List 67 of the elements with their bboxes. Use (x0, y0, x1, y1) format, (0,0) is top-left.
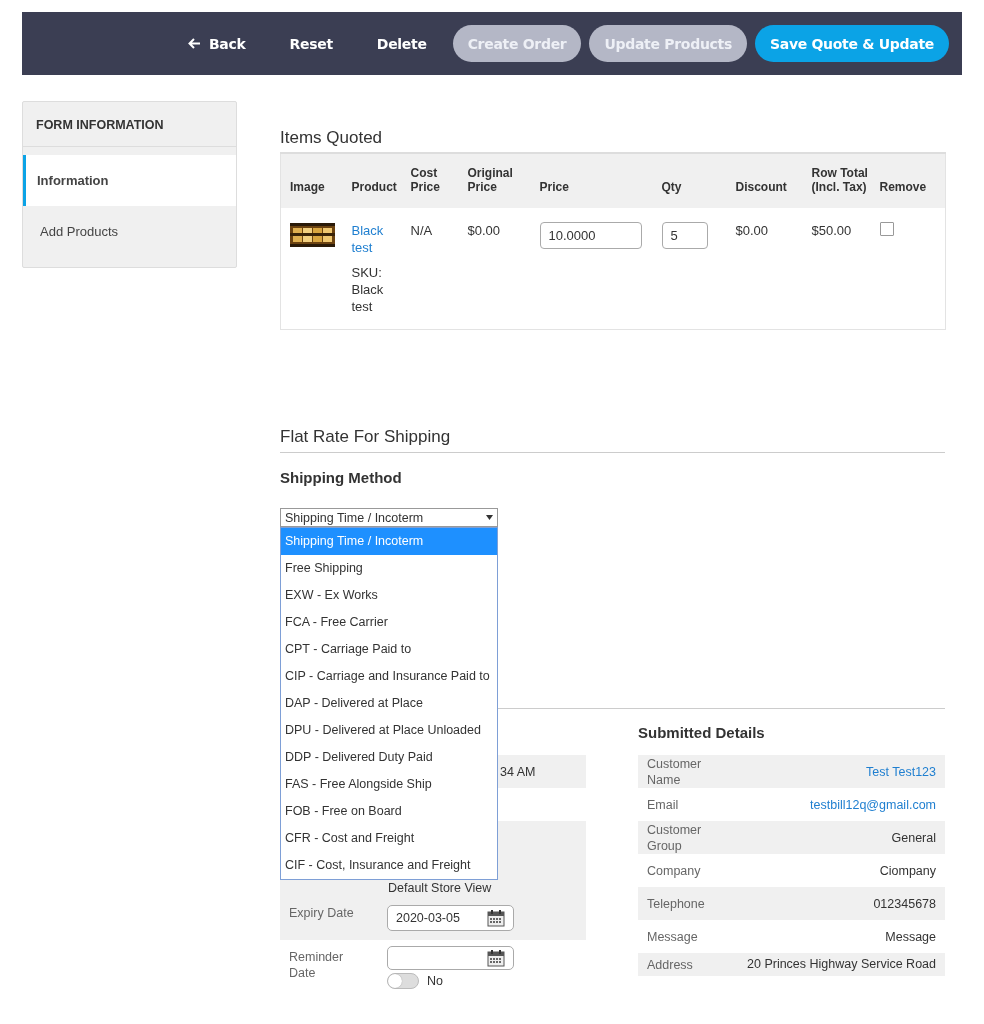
dropdown-option[interactable]: DDP - Delivered Duty Paid (281, 744, 497, 771)
section-title: Flat Rate For Shipping (280, 426, 945, 453)
dropdown-option[interactable]: CIF - Cost, Insurance and Freight (281, 852, 497, 879)
detail-label: Customer Group (647, 821, 703, 854)
back-button[interactable]: Back (170, 25, 264, 62)
arrow-left-icon (188, 38, 201, 49)
detail-link[interactable]: testbill12q@gmail.com (810, 797, 936, 812)
detail-link[interactable]: Test Test123 (866, 764, 936, 779)
field-value: 34 AM (500, 764, 536, 779)
row-total: $50.00 (811, 223, 852, 238)
dropdown-option[interactable]: DPU - Delivered at Place Unloaded (281, 717, 497, 744)
toggle-label: No (427, 974, 443, 988)
sku-text: SKU: Black test (351, 264, 385, 315)
dropdown-option[interactable]: CIP - Carriage and Insurance Paid to (281, 663, 497, 690)
caret-icon (486, 515, 493, 520)
remove-checkbox[interactable] (879, 222, 894, 236)
shipping-select[interactable]: Shipping Time / Incoterm (280, 508, 498, 527)
column-header: Product (342, 153, 402, 208)
section-heading: Submitted Details (638, 724, 766, 742)
column-header: Discount (726, 153, 803, 208)
original-price: $0.00 (467, 223, 501, 238)
detail-value: General (891, 830, 936, 845)
detail-label: Address (647, 957, 694, 973)
dropdown-option[interactable]: CPT - Carriage Paid to (281, 636, 497, 663)
field-label: Reminder Date (289, 949, 345, 981)
column-header: Row Total (Incl. Tax) (802, 153, 871, 208)
sidebar-title: FORM INFORMATION (23, 102, 236, 147)
column-header: Cost Price (401, 153, 459, 208)
detail-label: Email (647, 796, 680, 813)
column-header: Remove (870, 153, 946, 208)
date-field[interactable]: 2020-03-05 (387, 905, 514, 931)
detail-label: Company (647, 862, 702, 879)
date-field[interactable] (387, 946, 514, 970)
dropdown-option[interactable]: CFR - Cost and Freight (281, 825, 497, 852)
calendar-icon[interactable] (487, 909, 505, 927)
column-header: Qty (652, 153, 727, 208)
product-link[interactable]: Black test (351, 222, 402, 256)
detail-label: Customer Name (647, 755, 703, 788)
dropdown-option[interactable]: FAS - Free Alongside Ship (281, 771, 497, 798)
detail-label: Message (647, 928, 699, 945)
sidebar-item[interactable]: Information (23, 155, 236, 206)
cost-price: N/A (410, 223, 433, 238)
column-header: Price (530, 153, 653, 208)
detail-value: 012345678 (873, 896, 936, 911)
detail-label: Telephone (647, 895, 706, 912)
section-title: Items Quoted (280, 128, 384, 148)
sidebar-item[interactable]: Add Products (23, 206, 236, 257)
field-value: Default Store View (388, 881, 492, 895)
dropdown-option[interactable]: FOB - Free on Board (281, 798, 497, 825)
calendar-icon[interactable] (487, 949, 505, 967)
field-heading: Shipping Method (280, 469, 403, 487)
column-header: Original Price (458, 153, 531, 208)
text-button[interactable]: Delete (358, 25, 445, 62)
text-button[interactable]: Reset (271, 25, 351, 62)
dropdown-option[interactable]: DAP - Delivered at Place (281, 690, 497, 717)
detail-value: Ciompany (879, 863, 936, 878)
toggle-switch[interactable] (387, 973, 419, 989)
discount-amount: $0.00 (735, 223, 769, 238)
qty-field[interactable]: 5 (661, 222, 708, 249)
field-label: Expiry Date (289, 905, 355, 921)
price-field[interactable]: 10.0000 (539, 222, 642, 249)
dropdown-option[interactable]: EXW - Ex Works (281, 582, 497, 609)
dropdown-option[interactable]: Free Shipping (281, 555, 497, 582)
dropdown-option[interactable]: FCA - Free Carrier (281, 609, 497, 636)
detail-value: Message (885, 929, 936, 944)
detail-value: 20 Princes Highway Service Road (747, 957, 936, 971)
column-header: Image (280, 153, 343, 208)
